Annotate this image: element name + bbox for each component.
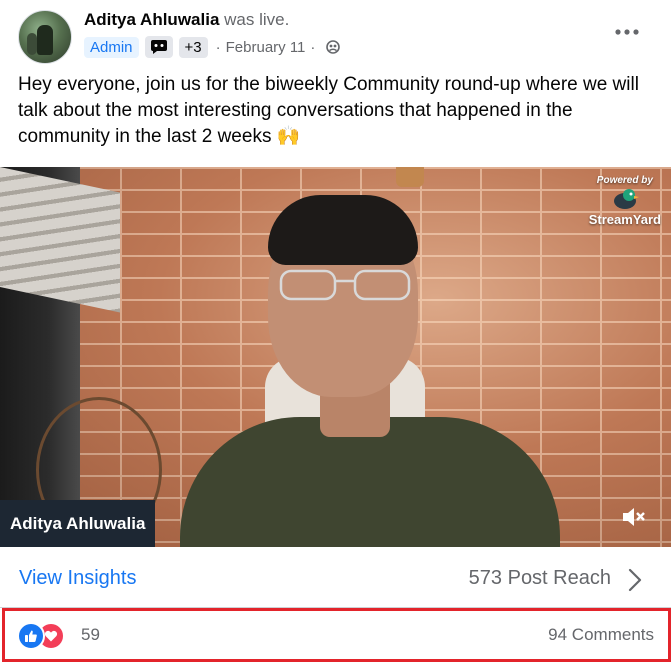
speaker-nameplate: Aditya Ahluwalia bbox=[0, 500, 156, 547]
powered-by-streamyard: Powered by StreamYard bbox=[589, 175, 661, 227]
post-header: Aditya Ahluwalia was live. Admin +3 · Fe… bbox=[0, 0, 671, 64]
live-status-text: was live. bbox=[219, 10, 290, 29]
admin-badge[interactable]: Admin bbox=[84, 36, 139, 58]
streamyard-brand-text: StreamYard bbox=[588, 212, 661, 227]
streamyard-logo-icon bbox=[613, 189, 639, 209]
meta-separator: · bbox=[215, 38, 221, 56]
post-date[interactable]: February 11 bbox=[226, 39, 306, 56]
post-reach-text[interactable]: 573 Post Reach bbox=[469, 567, 611, 590]
group-badge-icon[interactable] bbox=[144, 36, 173, 58]
meta-separator-2: · bbox=[310, 38, 316, 56]
more-options-icon[interactable] bbox=[611, 20, 643, 44]
author-avatar[interactable] bbox=[18, 10, 72, 64]
more-badges-count[interactable]: +3 bbox=[178, 36, 208, 58]
insights-bar: View Insights 573 Post Reach bbox=[0, 553, 671, 608]
mute-icon[interactable] bbox=[619, 503, 647, 531]
like-reaction-icon bbox=[17, 622, 45, 650]
powered-by-label: Powered by bbox=[596, 175, 653, 186]
post-body-text: Hey everyone, join us for the biweekly C… bbox=[18, 74, 639, 147]
video-person-hair bbox=[268, 195, 418, 265]
video-lamp bbox=[396, 167, 424, 187]
reaction-count[interactable]: 59 bbox=[81, 625, 100, 645]
video-person-glasses bbox=[279, 269, 411, 301]
chevron-right-icon[interactable] bbox=[627, 567, 643, 593]
author-line: Aditya Ahluwalia was live. bbox=[84, 10, 289, 30]
post-meta: Admin +3 · February 11 · bbox=[84, 36, 341, 58]
author-name[interactable]: Aditya Ahluwalia bbox=[84, 10, 219, 29]
privacy-group-icon bbox=[326, 40, 341, 54]
view-insights-link[interactable]: View Insights bbox=[19, 567, 136, 590]
live-video-player[interactable]: Powered by StreamYard Aditya Ahluwalia bbox=[0, 167, 671, 547]
reaction-icons[interactable] bbox=[17, 622, 75, 650]
reactions-summary-bar: 59 94 Comments bbox=[2, 608, 671, 662]
comments-count-link[interactable]: 94 Comments bbox=[548, 625, 654, 645]
video-blind bbox=[0, 167, 120, 313]
